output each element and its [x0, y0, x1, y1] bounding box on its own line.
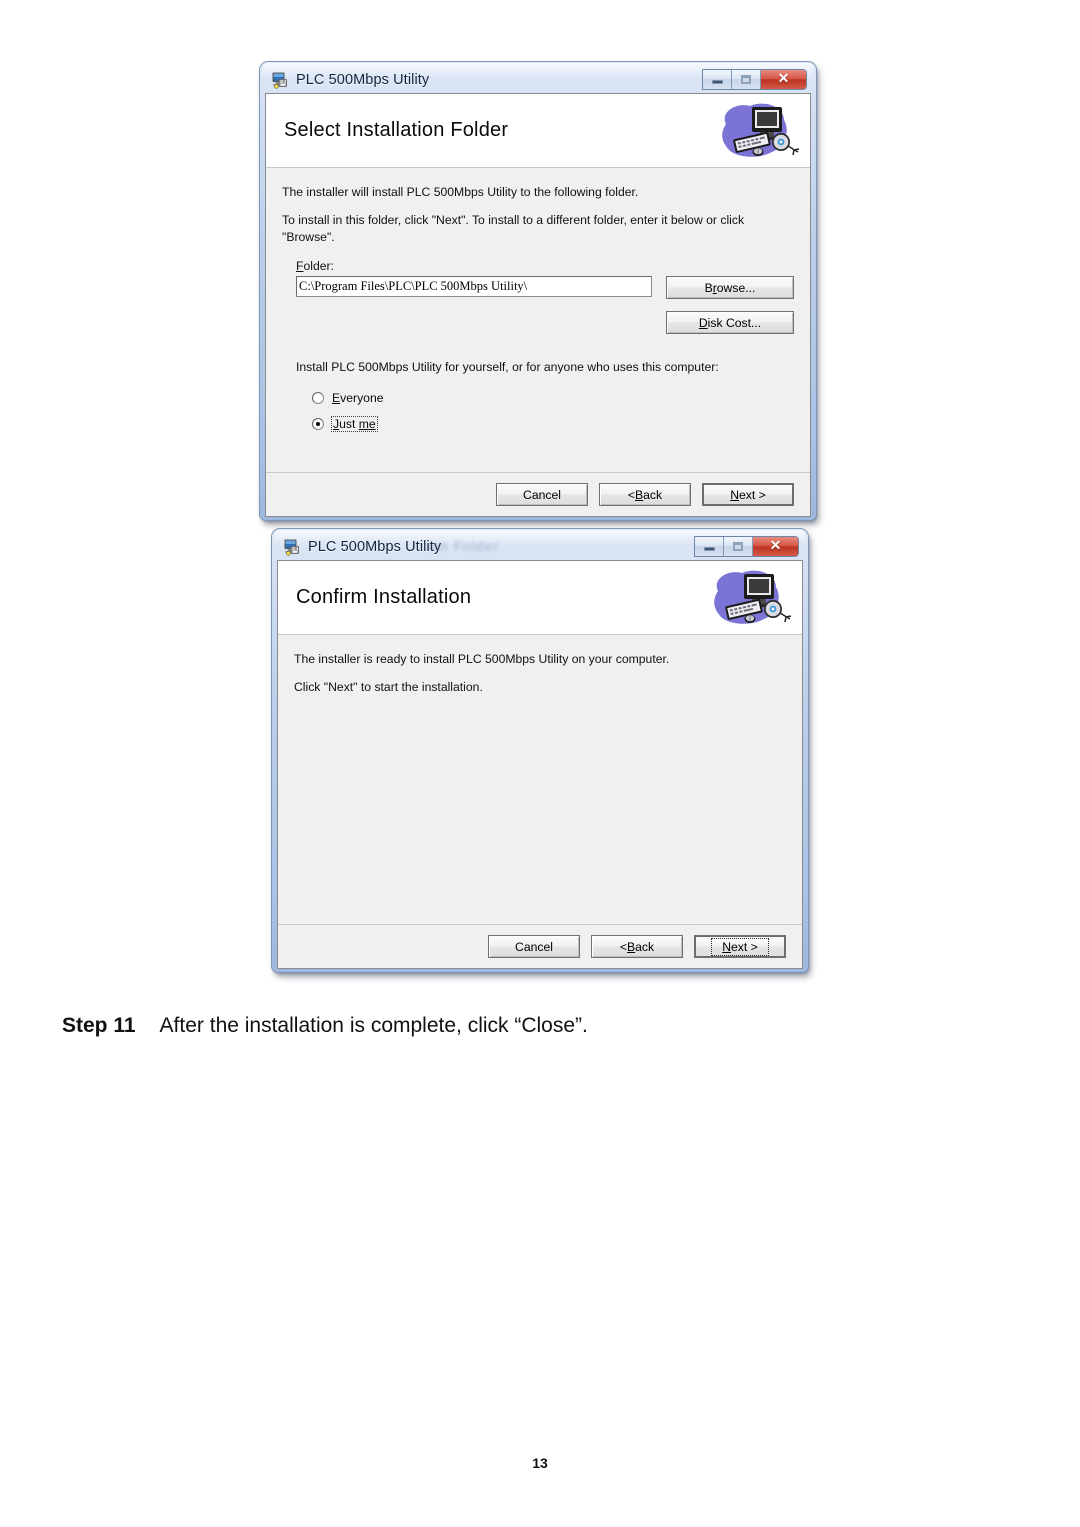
radio-label-everyone: Everyone — [332, 391, 384, 406]
titlebar[interactable]: PLC 500Mbps Utility ✕ — [265, 66, 811, 93]
step-label: Step 11 — [62, 1014, 136, 1037]
folder-path-input[interactable]: C:\Program Files\PLC\PLC 500Mbps Utility… — [296, 276, 652, 298]
window-title: PLC 500Mbps Utility — [308, 538, 442, 555]
folder-label: Folder: — [296, 259, 334, 274]
folder-label-rest: older: — [303, 259, 334, 274]
minimize-button[interactable] — [703, 70, 732, 89]
window-controls[interactable]: ✕ — [702, 69, 807, 90]
window-title: PLC 500Mbps Utility — [296, 71, 430, 88]
computer-setup-banner-icon — [714, 98, 802, 166]
confirm-installation-window[interactable]: ion Folder PLC 500Mbps Utility ✕ Confirm… — [272, 529, 808, 972]
step-text: After the installation is complete, clic… — [159, 1014, 588, 1037]
next-button[interactable]: Next > — [694, 935, 786, 958]
radio-icon-everyone[interactable] — [312, 392, 324, 405]
maximize-icon — [733, 542, 743, 551]
minimize-button[interactable] — [695, 537, 724, 556]
body-paragraph-2: Click "Next" to start the installation. — [294, 680, 483, 695]
maximize-button[interactable] — [724, 537, 753, 556]
folder-row: C:\Program Files\PLC\PLC 500Mbps Utility… — [296, 276, 794, 335]
close-icon: ✕ — [769, 538, 782, 554]
page-title: Confirm Installation — [296, 586, 472, 608]
maximize-button[interactable] — [732, 70, 761, 89]
minimize-icon — [711, 80, 723, 84]
titlebar[interactable]: ion Folder PLC 500Mbps Utility ✕ — [277, 533, 803, 560]
dialog-footer: Cancel < Back Next > — [278, 924, 802, 968]
body-paragraph-1: The installer is ready to install PLC 50… — [294, 652, 670, 666]
radio-icon-just-me[interactable] — [312, 418, 324, 431]
cancel-button[interactable]: Cancel — [496, 483, 588, 506]
radio-option-just-me[interactable]: Just me — [312, 414, 794, 434]
step-instruction: Step 11 After the installation is complet… — [62, 1014, 588, 1038]
browse-button[interactable]: Browse... — [666, 276, 794, 300]
close-button[interactable]: ✕ — [761, 70, 806, 89]
select-installation-folder-window[interactable]: PLC 500Mbps Utility ✕ Select Installatio… — [260, 62, 816, 520]
disk-cost-button[interactable]: Disk Cost... — [666, 311, 794, 335]
minimize-icon — [703, 547, 715, 551]
msi-installer-icon — [271, 71, 289, 89]
folder-side-buttons: Browse... Disk Cost... — [666, 276, 794, 335]
msi-installer-icon — [283, 538, 301, 556]
dialog-header: Confirm Installation — [278, 561, 802, 635]
body-paragraph-2: To install in this folder, click "Next".… — [282, 213, 745, 244]
page-title: Select Installation Folder — [284, 119, 509, 141]
cancel-button[interactable]: Cancel — [488, 935, 580, 958]
dialog-client-area: Select Installation Folder The installer… — [265, 93, 811, 517]
body-paragraph-1: The installer will install PLC 500Mbps U… — [282, 185, 639, 199]
radio-label-just-me: Just me — [331, 416, 378, 433]
close-button[interactable]: ✕ — [753, 537, 798, 556]
page-number: 13 — [532, 1455, 548, 1471]
dialog-body: The installer will install PLC 500Mbps U… — [266, 168, 810, 434]
install-scope-text: Install PLC 500Mbps Utility for yourself… — [296, 360, 719, 375]
dialog-header: Select Installation Folder — [266, 94, 810, 168]
window-controls[interactable]: ✕ — [694, 536, 799, 557]
maximize-icon — [741, 75, 751, 84]
close-icon: ✕ — [777, 71, 790, 87]
back-button[interactable]: < Back — [591, 935, 683, 958]
dialog-body: The installer is ready to install PLC 50… — [278, 635, 802, 696]
install-scope-radio-group[interactable]: Everyone Just me — [312, 388, 794, 434]
back-button[interactable]: < Back — [599, 483, 691, 506]
radio-option-everyone[interactable]: Everyone — [312, 388, 794, 408]
dialog-client-area: Confirm Installation The installer is re… — [277, 560, 803, 969]
computer-setup-banner-icon — [706, 565, 794, 633]
dialog-footer: Cancel < Back Next > — [266, 472, 810, 516]
next-button[interactable]: Next > — [702, 483, 794, 506]
